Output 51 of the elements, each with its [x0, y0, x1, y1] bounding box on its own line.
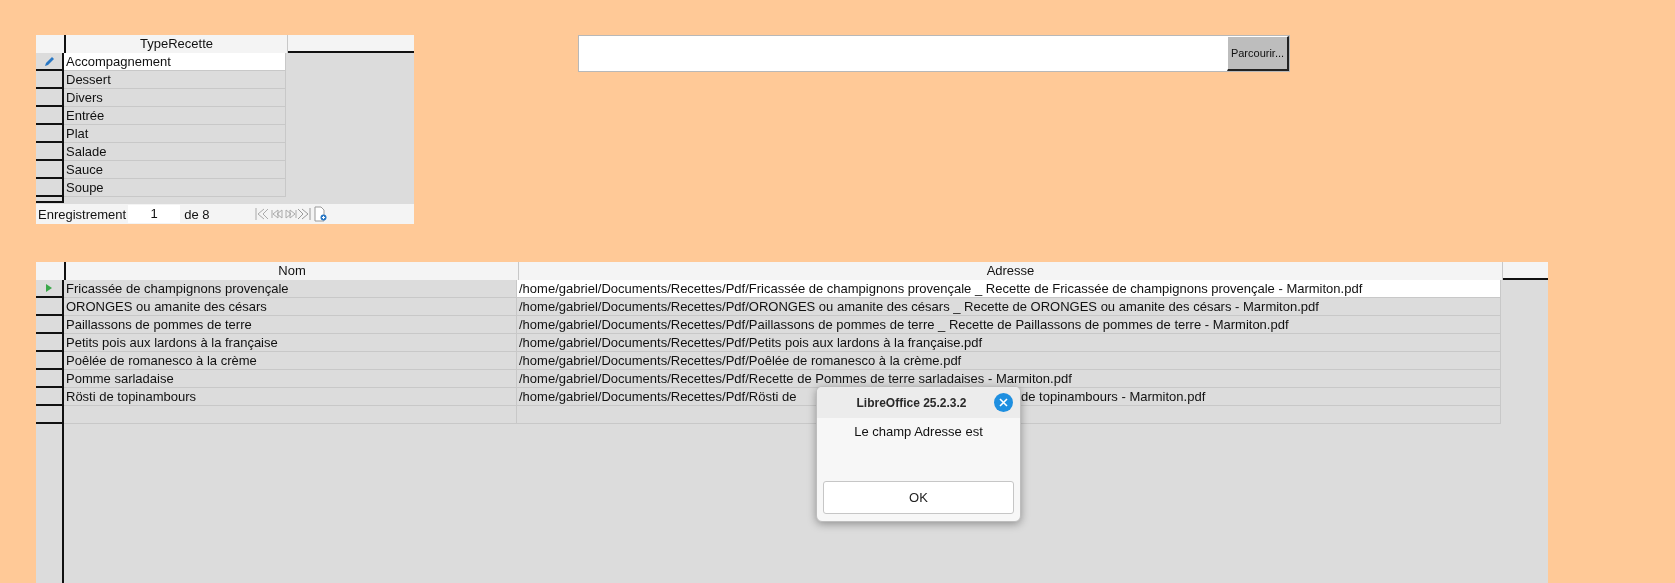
close-icon[interactable] [994, 393, 1013, 412]
row-header[interactable] [36, 161, 64, 179]
new-record-icon[interactable] [312, 206, 329, 222]
row-header[interactable] [36, 334, 64, 352]
table-cell[interactable]: /home/gabriel/Documents/Recettes/Pdf/Recette de Pommes de terre sarladaises - Marmiton.pdf [517, 370, 1501, 388]
table-cell[interactable]: Paillassons de pommes de terre [64, 316, 517, 334]
row-header[interactable] [36, 125, 64, 143]
table-cell[interactable]: /home/gabriel/Documents/Recettes/Pdf/Poêlée de romanesco à la crème.pdf [517, 352, 1501, 370]
table-cell[interactable]: Pomme sarladaise [64, 370, 517, 388]
ok-button[interactable]: OK [823, 481, 1014, 514]
record-count: de 8 [183, 206, 211, 222]
table-cell[interactable]: Divers [64, 89, 286, 107]
row-header[interactable] [36, 179, 64, 197]
table-cell[interactable]: Entrée [64, 107, 286, 125]
row-header[interactable] [36, 298, 64, 316]
table-cell[interactable]: Dessert [64, 71, 286, 89]
file-path-field[interactable]: Parcourir... [578, 35, 1290, 72]
row-header[interactable] [36, 89, 64, 107]
table-cell[interactable]: Rösti de topinambours [64, 388, 517, 406]
table-cell[interactable]: Accompagnement [64, 53, 286, 71]
row-header[interactable] [36, 406, 64, 424]
current-row-icon [46, 284, 52, 292]
record-label: Enregistrement [37, 206, 128, 222]
row-header[interactable] [36, 316, 64, 334]
table-cell[interactable]: /home/gabriel/Documents/Recettes/Pdf/Petits pois aux lardons à la française.pdf [517, 334, 1501, 352]
dialog-title: LibreOffice 25.2.3.2 [856, 395, 967, 410]
table-cell[interactable]: Petits pois aux lardons à la française [64, 334, 517, 352]
table-cell[interactable]: /home/gabriel/Documents/Recettes/Pdf/Fricassée de champignons provençale _ Recette de Fricassée de champignons provençale - Marmiton.pdf [517, 280, 1501, 298]
table-cell[interactable]: Salade [64, 143, 286, 161]
table-cell[interactable]: /home/gabriel/Documents/Recettes/Pdf/Paillassons de pommes de terre _ Recette de Paillassons de pommes de terre - Marmiton.pdf [517, 316, 1501, 334]
table-cell[interactable]: /home/gabriel/Documents/Recettes/Pdf/ORONGES ou amanite des césars _ Recette de ORONGES ou amanite des césars - Marmiton.pdf [517, 298, 1501, 316]
cell-text: /home/gabriel/Documents/Recettes/Pdf/Rösti de [519, 388, 797, 405]
row-header[interactable] [36, 280, 64, 298]
row-header[interactable] [36, 107, 64, 125]
row-header[interactable] [36, 53, 64, 71]
browse-button[interactable]: Parcourir... [1227, 36, 1289, 71]
row-header[interactable] [36, 143, 64, 161]
cell-text: de topinambours - Marmiton.pdf [1021, 388, 1206, 405]
dialog-message: Le champ Adresse est [853, 424, 984, 441]
row-header[interactable] [36, 71, 64, 89]
row-header[interactable] [36, 388, 64, 406]
row-header[interactable] [36, 370, 64, 388]
row-header[interactable] [36, 352, 64, 370]
table-cell[interactable]: Soupe [64, 179, 286, 197]
table-cell[interactable]: Sauce [64, 161, 286, 179]
pencil-icon [43, 55, 55, 67]
table-cell[interactable]: Fricassée de champignons provençale [64, 280, 517, 298]
table-cell[interactable]: Poêlée de romanesco à la crème [64, 352, 517, 370]
table-cell[interactable]: ORONGES ou amanite des césars [64, 298, 517, 316]
table-cell[interactable]: Plat [64, 125, 286, 143]
record-field[interactable]: 1 [128, 205, 181, 223]
